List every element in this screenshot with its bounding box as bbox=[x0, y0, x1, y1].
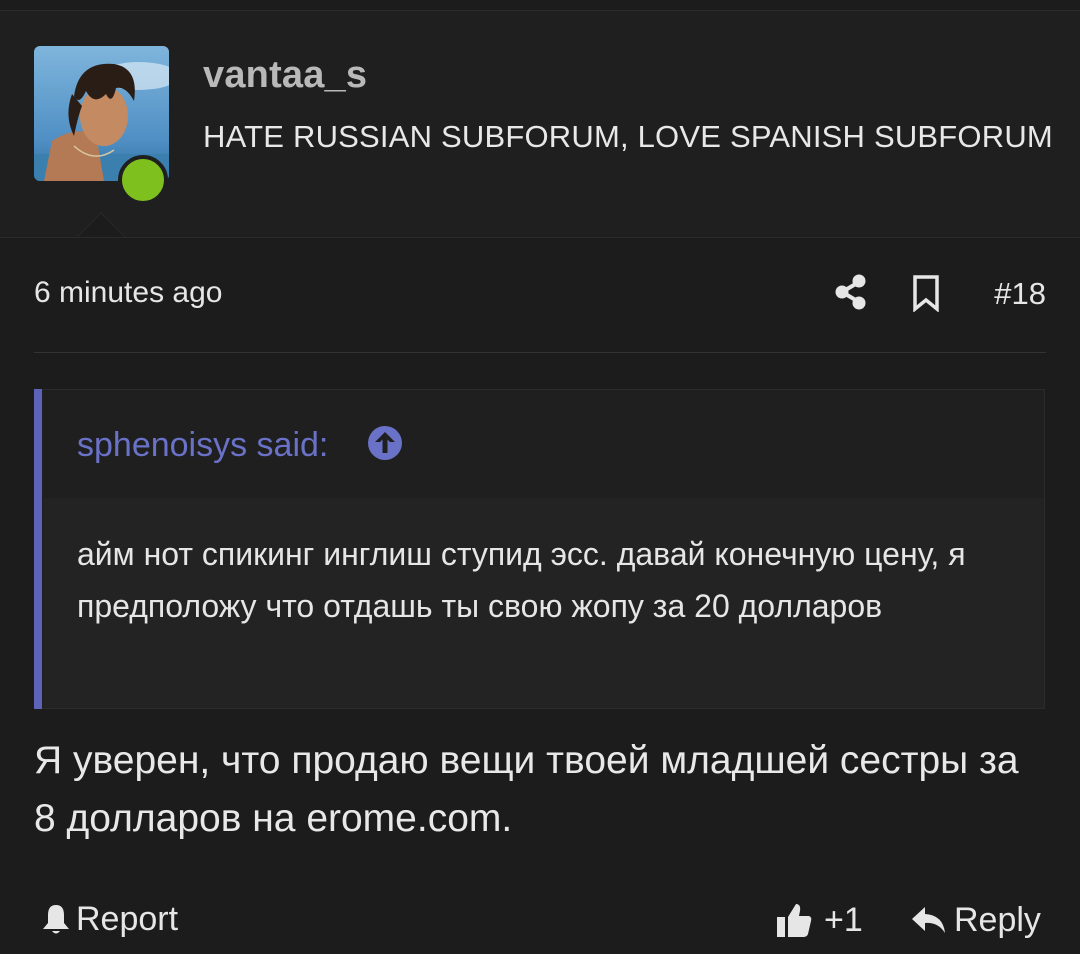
post-meta-row: 6 minutes ago #18 bbox=[34, 270, 1046, 320]
reply-label: Reply bbox=[954, 900, 1041, 939]
post-timestamp[interactable]: 6 minutes ago bbox=[34, 276, 222, 310]
online-status-indicator bbox=[118, 155, 168, 205]
arrow-up-circle-icon[interactable] bbox=[367, 425, 403, 461]
quote-author[interactable]: sphenoisys said: bbox=[77, 426, 328, 465]
post-number-link[interactable]: #18 bbox=[994, 276, 1046, 312]
bell-icon bbox=[43, 905, 69, 934]
thumbs-up-icon bbox=[777, 904, 812, 937]
meta-divider bbox=[34, 352, 1046, 353]
message-body: Я уверен, что продаю вещи твоей младшей … bbox=[34, 739, 1019, 840]
quote-header: sphenoisys said: bbox=[43, 390, 1044, 498]
reply-icon bbox=[912, 907, 945, 933]
report-label: Report bbox=[76, 899, 179, 938]
reply-button[interactable]: Reply bbox=[910, 896, 1041, 944]
report-button[interactable]: Report bbox=[40, 896, 178, 942]
quote-accent-bar bbox=[34, 389, 42, 709]
username[interactable]: vantaa_s bbox=[203, 54, 367, 97]
header-pointer bbox=[72, 209, 128, 237]
quote-text: айм нот спикинг инглиш ступид эсс. давай… bbox=[77, 536, 966, 624]
like-count[interactable]: +1 bbox=[824, 901, 863, 940]
quote-body: айм нот спикинг инглиш ступид эсс. давай… bbox=[43, 498, 1044, 708]
bookmark-icon[interactable] bbox=[912, 274, 940, 313]
share-icon[interactable] bbox=[834, 274, 868, 310]
quote-block: sphenoisys said: айм нот спикинг инглиш … bbox=[34, 389, 1045, 709]
like-button[interactable]: +1 bbox=[774, 896, 863, 944]
user-title: HATE RUSSIAN SUBFORUM, LOVE SPANISH SUBF… bbox=[203, 119, 1053, 154]
post-user-header: vantaa_s HATE RUSSIAN SUBFORUM, LOVE SPA… bbox=[0, 11, 1080, 238]
forum-post: vantaa_s HATE RUSSIAN SUBFORUM, LOVE SPA… bbox=[0, 0, 1080, 954]
